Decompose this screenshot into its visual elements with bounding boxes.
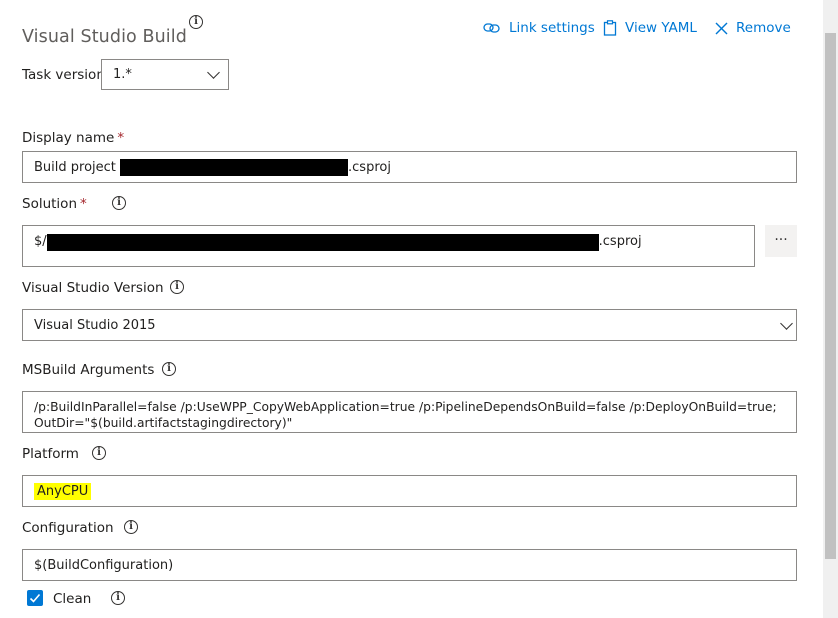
info-icon[interactable]: i (170, 280, 184, 294)
configuration-value: $(BuildConfiguration) (34, 557, 174, 573)
task-version-value: 1.* (113, 67, 132, 82)
task-title: Visual Studio Build (22, 27, 187, 47)
solution-prefix: $/ (34, 234, 47, 249)
remove-label: Remove (736, 20, 791, 36)
solution-label: Solution * (22, 196, 87, 212)
info-icon[interactable]: i (124, 520, 138, 534)
msbuild-arguments-input[interactable]: /p:BuildInParallel=false /p:UseWPP_CopyW… (22, 391, 797, 433)
link-settings-label: Link settings (509, 20, 595, 36)
clipboard-icon (603, 20, 617, 36)
clean-label: Clean (53, 591, 92, 607)
redaction-bar (120, 158, 349, 176)
msbuild-line-2: OutDir="$(build.artifactstagingdirectory… (34, 416, 293, 430)
msbuild-label: MSBuild Arguments (22, 362, 155, 378)
display-name-label: Display name * (22, 130, 125, 146)
task-version-dropdown[interactable]: 1.* (101, 59, 229, 90)
platform-value: AnyCPU (34, 482, 92, 500)
info-icon[interactable]: i (111, 591, 125, 605)
vs-version-label: Visual Studio Version (22, 280, 164, 296)
info-icon[interactable]: i (189, 15, 203, 29)
task-version-label: Task version (22, 67, 105, 83)
chevron-down-icon (207, 66, 220, 79)
scrollbar-thumb[interactable] (825, 33, 836, 559)
redaction-bar (46, 234, 599, 251)
remove-button[interactable]: Remove (715, 20, 791, 36)
solution-suffix: .csproj (598, 234, 642, 249)
chevron-down-icon (780, 317, 793, 330)
configuration-input[interactable]: $(BuildConfiguration) (22, 549, 797, 581)
link-settings-button[interactable]: Link settings (483, 20, 595, 36)
info-icon[interactable]: i (92, 446, 106, 460)
vs-version-dropdown[interactable]: Visual Studio 2015 (22, 309, 797, 341)
solution-input[interactable]: $/ .csproj (22, 225, 755, 267)
platform-input[interactable]: AnyCPU (22, 475, 797, 507)
view-yaml-label: View YAML (625, 20, 697, 36)
info-icon[interactable]: i (162, 362, 176, 376)
display-name-input[interactable]: Build project .csproj (22, 151, 797, 183)
vs-version-value: Visual Studio 2015 (34, 317, 156, 333)
info-icon[interactable]: i (112, 196, 126, 210)
browse-button[interactable]: ··· (765, 225, 797, 257)
close-icon (715, 22, 728, 34)
link-icon (483, 23, 500, 33)
platform-label: Platform (22, 446, 79, 462)
display-name-suffix: .csproj (348, 159, 391, 175)
clean-checkbox[interactable] (27, 590, 43, 606)
display-name-prefix: Build project (34, 159, 121, 175)
configuration-label: Configuration (22, 520, 114, 536)
msbuild-line-1: /p:BuildInParallel=false /p:UseWPP_CopyW… (34, 400, 777, 414)
checkmark-icon (29, 593, 41, 603)
view-yaml-button[interactable]: View YAML (603, 20, 697, 36)
